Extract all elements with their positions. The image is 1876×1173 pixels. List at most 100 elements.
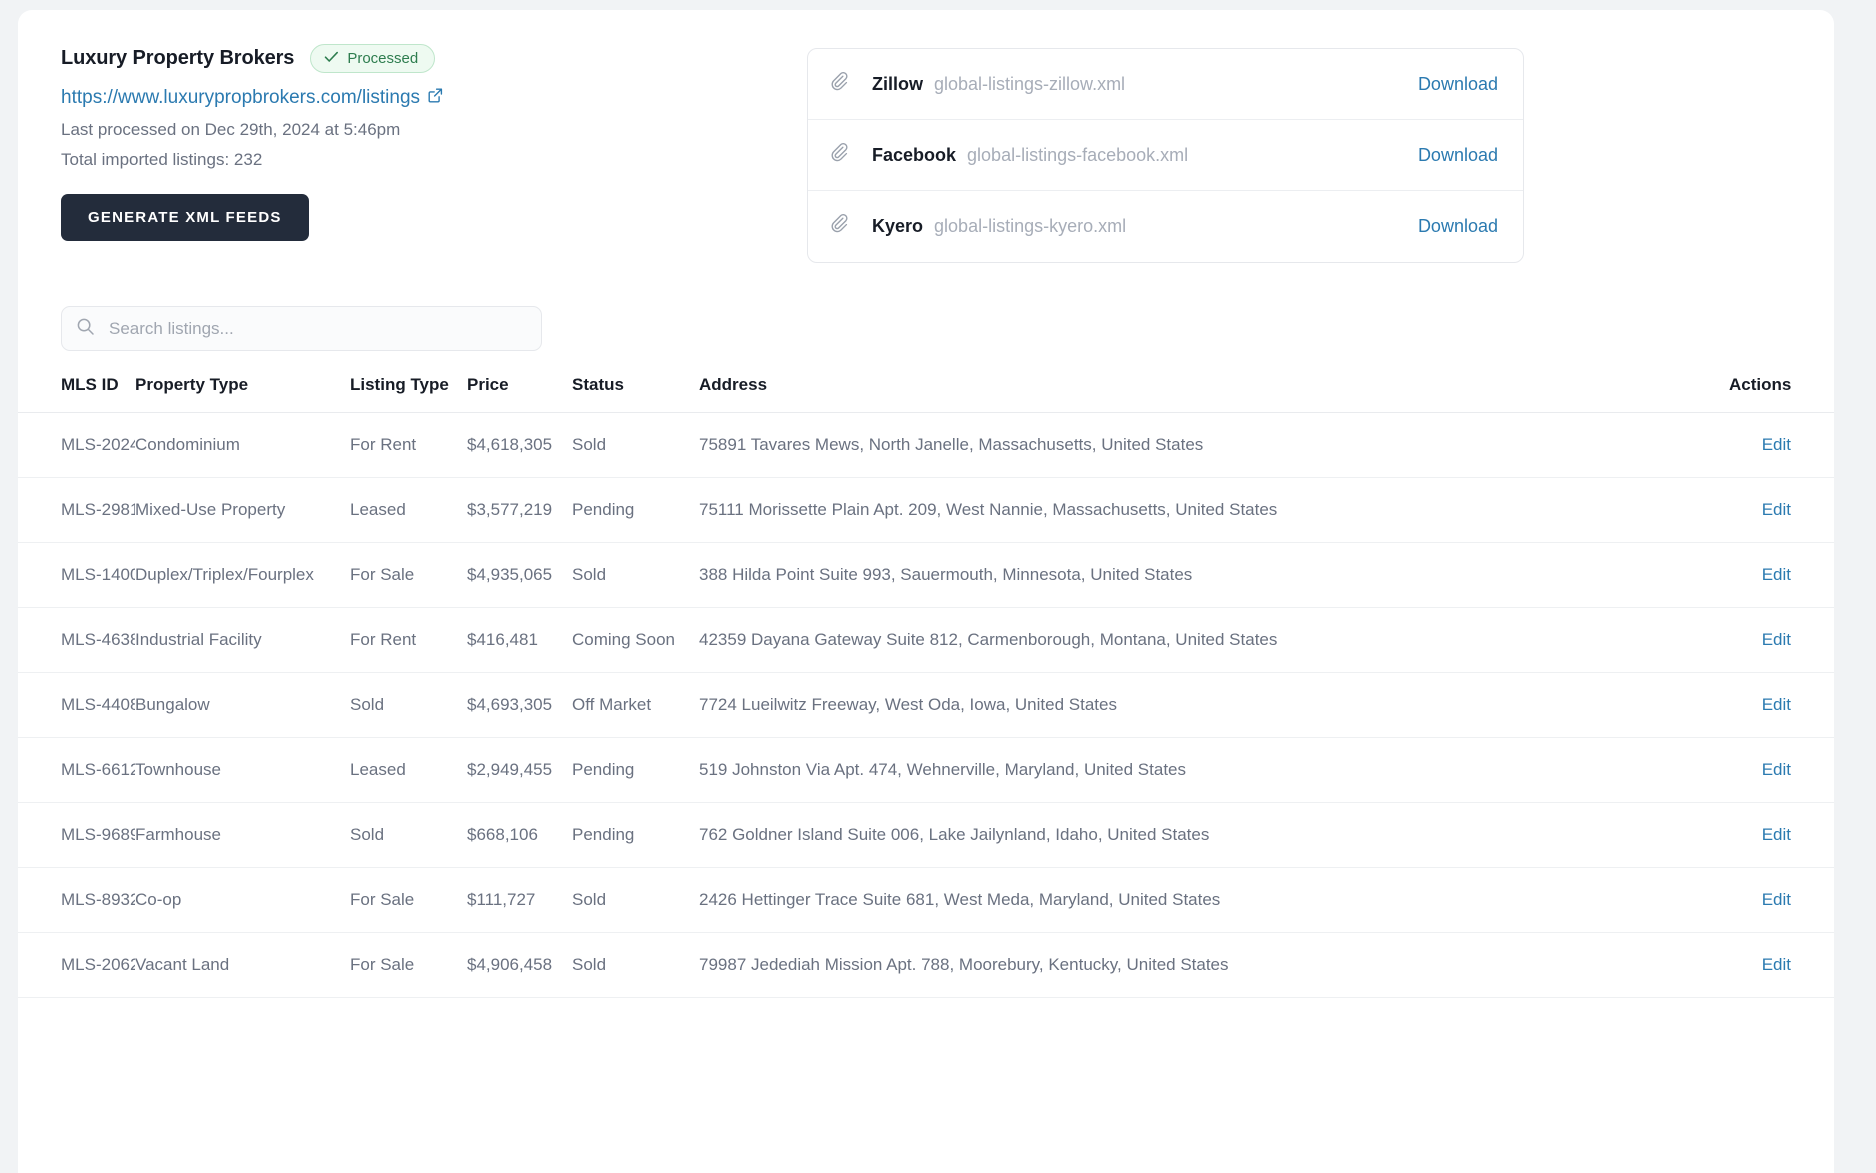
download-link[interactable]: Download <box>1418 74 1498 95</box>
table-row[interactable]: MLS-44080 Bungalow Sold $4,693,305 Off M… <box>18 672 1834 738</box>
cell-price: $668,106 <box>467 802 572 868</box>
cell-actions: Edit <box>1729 477 1834 543</box>
cell-mls-id: MLS-20249 <box>18 412 135 478</box>
cell-address: 75111 Morissette Plain Apt. 209, West Na… <box>699 477 1729 543</box>
listings-panel: Luxury Property Brokers Processed https:… <box>18 10 1834 1173</box>
site-link-row: https://www.luxurypropbrokers.com/listin… <box>61 87 444 109</box>
last-processed-text: Last processed on Dec 29th, 2024 at 5:46… <box>61 120 401 139</box>
broker-title-row: Luxury Property Brokers Processed <box>61 44 444 73</box>
table-header-row: MLS ID Property Type Listing Type Price … <box>18 365 1834 413</box>
edit-link[interactable]: Edit <box>1762 630 1791 649</box>
broker-info: Luxury Property Brokers Processed https:… <box>61 44 444 241</box>
total-imported-text: Total imported listings: 232 <box>61 150 263 169</box>
cell-listing-type: Sold <box>350 672 467 738</box>
column-header-price[interactable]: Price <box>467 365 572 413</box>
edit-link[interactable]: Edit <box>1762 435 1791 454</box>
cell-price: $2,949,455 <box>467 737 572 803</box>
cell-property-type: Industrial Facility <box>135 607 350 673</box>
cell-status: Pending <box>572 802 699 868</box>
cell-price: $4,906,458 <box>467 932 572 998</box>
table-row[interactable]: MLS-29818 Mixed-Use Property Leased $3,5… <box>18 477 1834 543</box>
cell-mls-id: MLS-20624 <box>18 932 135 998</box>
feed-row: Facebook global-listings-facebook.xml Do… <box>808 120 1523 191</box>
feed-name: Zillow <box>872 73 923 94</box>
column-header-property-type[interactable]: Property Type <box>135 365 350 413</box>
table-row[interactable]: MLS-20624 Vacant Land For Sale $4,906,45… <box>18 932 1834 998</box>
table-row[interactable]: MLS-66128 Townhouse Leased $2,949,455 Pe… <box>18 737 1834 803</box>
cell-price: $4,935,065 <box>467 542 572 608</box>
cell-actions: Edit <box>1729 737 1834 803</box>
cell-actions: Edit <box>1729 672 1834 738</box>
edit-link[interactable]: Edit <box>1762 695 1791 714</box>
xml-feeds-card: Zillow global-listings-zillow.xml Downlo… <box>807 48 1524 263</box>
feed-filename: global-listings-zillow.xml <box>934 73 1126 94</box>
cell-status: Sold <box>572 542 699 608</box>
cell-status: Pending <box>572 477 699 543</box>
search-box[interactable] <box>61 306 542 351</box>
download-link[interactable]: Download <box>1418 216 1498 237</box>
cell-address: 762 Goldner Island Suite 006, Lake Jaily… <box>699 802 1729 868</box>
cell-actions: Edit <box>1729 412 1834 478</box>
table-head: MLS ID Property Type Listing Type Price … <box>18 365 1834 413</box>
cell-address: 7724 Lueilwitz Freeway, West Oda, Iowa, … <box>699 672 1729 738</box>
column-header-mls-id[interactable]: MLS ID <box>18 365 135 413</box>
feed-name: Kyero <box>872 216 924 236</box>
cell-property-type: Duplex/Triplex/Fourplex <box>135 542 350 608</box>
paperclip-icon <box>830 213 852 240</box>
edit-link[interactable]: Edit <box>1762 955 1791 974</box>
cell-property-type: Condominium <box>135 412 350 478</box>
generate-xml-feeds-button[interactable]: GENERATE XML FEEDS <box>61 194 309 241</box>
table-row[interactable]: MLS-20249 Condominium For Rent $4,618,30… <box>18 412 1834 478</box>
cell-property-type: Co-op <box>135 867 350 933</box>
status-badge: Processed <box>310 44 436 73</box>
edit-link[interactable]: Edit <box>1762 760 1791 779</box>
cell-price: $111,727 <box>467 867 572 933</box>
cell-property-type: Vacant Land <box>135 932 350 998</box>
feed-name: Facebook <box>872 144 957 165</box>
column-header-listing-type[interactable]: Listing Type <box>350 365 467 413</box>
table-row[interactable]: MLS-46386 Industrial Facility For Rent $… <box>18 607 1834 673</box>
feed-filename: global-listings-kyero.xml <box>934 216 1127 236</box>
download-link[interactable]: Download <box>1418 145 1498 166</box>
column-header-actions: Actions <box>1729 365 1834 413</box>
table-row[interactable]: MLS-96895 Farmhouse Sold $668,106 Pendin… <box>18 802 1834 868</box>
edit-link[interactable]: Edit <box>1762 825 1791 844</box>
cell-actions: Edit <box>1729 802 1834 868</box>
check-icon <box>324 51 339 66</box>
cell-status: Coming Soon <box>572 607 699 673</box>
cell-property-type: Mixed-Use Property <box>135 477 350 543</box>
cell-mls-id: MLS-46386 <box>18 607 135 673</box>
table-row[interactable]: MLS-89323 Co-op For Sale $111,727 Sold 2… <box>18 867 1834 933</box>
page-root: Luxury Property Brokers Processed https:… <box>0 0 1876 1173</box>
cell-price: $416,481 <box>467 607 572 673</box>
cell-status: Sold <box>572 932 699 998</box>
column-header-status[interactable]: Status <box>572 365 699 413</box>
cell-listing-type: Leased <box>350 477 467 543</box>
edit-link[interactable]: Edit <box>1762 890 1791 909</box>
edit-link[interactable]: Edit <box>1762 565 1791 584</box>
cell-listing-type: For Sale <box>350 867 467 933</box>
cell-status: Off Market <box>572 672 699 738</box>
cell-actions: Edit <box>1729 607 1834 673</box>
broker-site-link[interactable]: https://www.luxurypropbrokers.com/listin… <box>61 87 420 109</box>
cell-address: 79987 Jedediah Mission Apt. 788, Moorebu… <box>699 932 1729 998</box>
external-link-icon[interactable] <box>427 87 444 109</box>
cell-mls-id: MLS-29818 <box>18 477 135 543</box>
cell-status: Pending <box>572 737 699 803</box>
cell-listing-type: For Sale <box>350 542 467 608</box>
cell-property-type: Townhouse <box>135 737 350 803</box>
cell-listing-type: For Sale <box>350 932 467 998</box>
panel-header: Luxury Property Brokers Processed https:… <box>18 10 1834 280</box>
table-row[interactable]: MLS-14003 Duplex/Triplex/Fourplex For Sa… <box>18 542 1834 608</box>
column-header-address[interactable]: Address <box>699 365 1729 413</box>
paperclip-icon <box>830 142 852 169</box>
cell-actions: Edit <box>1729 542 1834 608</box>
edit-link[interactable]: Edit <box>1762 500 1791 519</box>
listings-table-wrap: MLS ID Property Type Listing Type Price … <box>18 365 1834 998</box>
cell-mls-id: MLS-66128 <box>18 737 135 803</box>
cell-status: Sold <box>572 412 699 478</box>
cell-listing-type: Leased <box>350 737 467 803</box>
cell-property-type: Farmhouse <box>135 802 350 868</box>
search-input[interactable] <box>107 317 527 340</box>
table-body: MLS-20249 Condominium For Rent $4,618,30… <box>18 412 1834 998</box>
